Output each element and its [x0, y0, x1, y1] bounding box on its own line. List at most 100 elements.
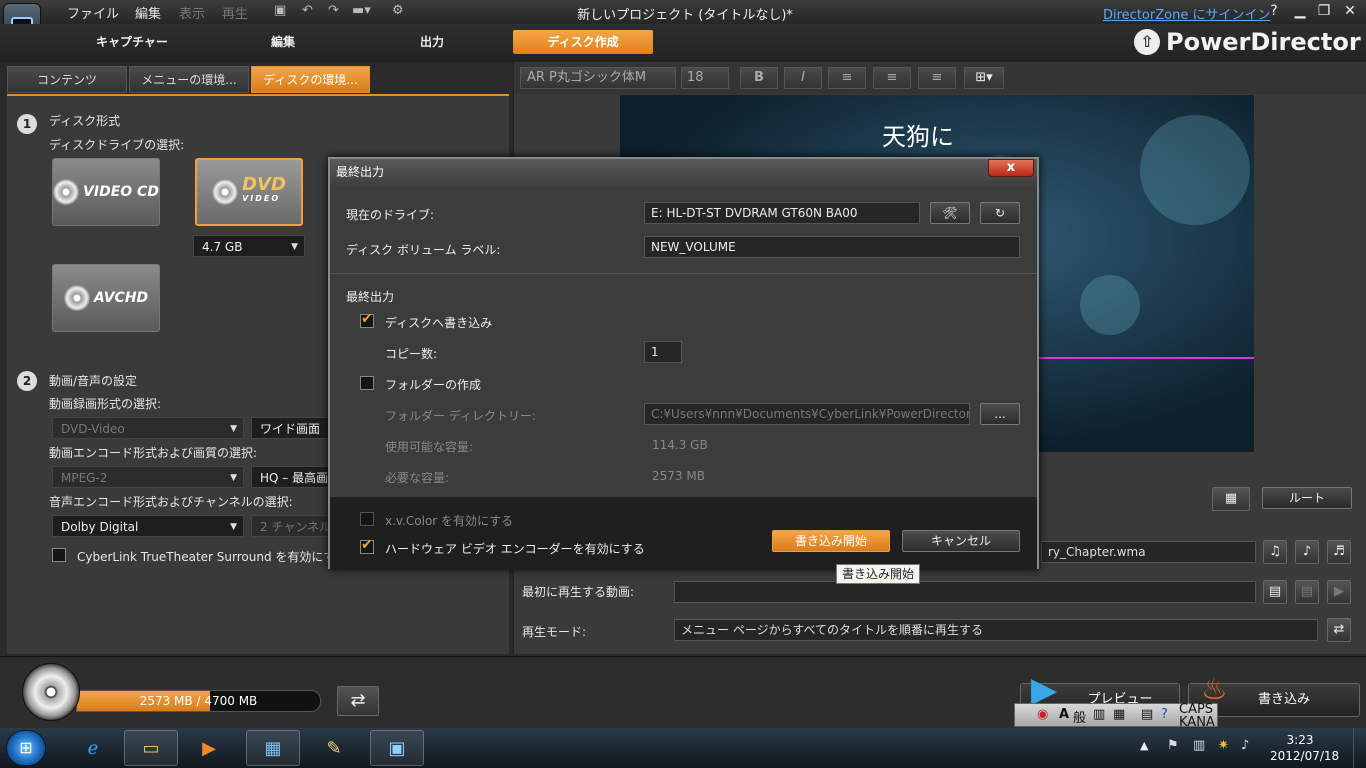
- minimize-button[interactable]: ▁: [1289, 3, 1311, 21]
- directorzone-signin-link[interactable]: DirectorZone にサインイン: [1103, 4, 1270, 23]
- current-drive-field[interactable]: E: HL-DT-ST DVDRAM GT60N BA00: [644, 202, 920, 224]
- dvd-format-button[interactable]: DVD VIDEO: [195, 158, 303, 226]
- save-icon[interactable]: ▣: [274, 3, 286, 18]
- tab-disc-settings[interactable]: ディスクの環境...: [251, 66, 370, 93]
- drive-settings-icon[interactable]: 🛠: [930, 202, 970, 224]
- help-button[interactable]: ?: [1263, 3, 1285, 21]
- playback-mode-settings-icon[interactable]: ⇄: [1327, 618, 1351, 642]
- menu-file[interactable]: ファイル: [67, 3, 119, 22]
- align-left-button[interactable]: ≡: [828, 67, 866, 89]
- ime-help-icon[interactable]: ?: [1161, 707, 1168, 722]
- media-player-icon[interactable]: ▶: [182, 730, 236, 766]
- root-button[interactable]: ルート: [1262, 487, 1352, 509]
- power-icon[interactable]: ✷: [1218, 738, 1229, 753]
- write-to-disc-checkbox[interactable]: [360, 311, 374, 328]
- ime-icon[interactable]: ◉: [1037, 707, 1048, 722]
- show-hidden-icons-icon[interactable]: ▲: [1140, 739, 1148, 752]
- volume-icon[interactable]: ♪: [1241, 738, 1249, 753]
- swap-direction-icon[interactable]: ⇄: [337, 686, 379, 716]
- disc-capacity-dropdown[interactable]: 4.7 GB ▼: [193, 235, 305, 257]
- ime-pad-icon[interactable]: ▥: [1093, 707, 1105, 722]
- network-icon[interactable]: ▥: [1193, 738, 1205, 753]
- brand-text: PowerDirector: [1166, 28, 1361, 56]
- align-right-button[interactable]: ≡: [918, 67, 956, 89]
- ime-dictionary-icon[interactable]: ▤: [1141, 707, 1153, 722]
- mode-produce-tab[interactable]: 出力: [395, 30, 469, 54]
- cancel-button[interactable]: キャンセル: [902, 530, 1020, 552]
- hw-encoder-checkbox[interactable]: [360, 537, 374, 554]
- bold-button[interactable]: B: [740, 67, 778, 89]
- chevron-down-icon: ▼: [291, 242, 298, 252]
- audio-format-dropdown[interactable]: Dolby Digital ▼: [52, 515, 244, 537]
- layout-grid-button[interactable]: ⊞▾: [964, 67, 1004, 89]
- erase-disc-icon[interactable]: ↻: [980, 202, 1020, 224]
- truetheater-checkbox[interactable]: [52, 548, 66, 562]
- font-size-value: 18: [687, 70, 704, 85]
- restore-button[interactable]: ❐: [1313, 3, 1335, 21]
- explorer-folder-icon[interactable]: ▭: [124, 730, 178, 766]
- encode-format-dropdown[interactable]: MPEG-2 ▼: [52, 466, 244, 488]
- record-format-dropdown[interactable]: DVD-Video ▼: [52, 417, 244, 439]
- italic-button[interactable]: I: [784, 67, 822, 89]
- menu-edit[interactable]: 編集: [135, 3, 161, 22]
- action-center-flag-icon[interactable]: ⚑: [1167, 738, 1179, 753]
- ime-tool-icon[interactable]: ▦: [1113, 707, 1125, 722]
- preview-title-text[interactable]: 天狗に: [882, 117, 954, 152]
- tab-menu-settings[interactable]: メニューの環境...: [129, 66, 249, 93]
- used-capacity: 2573 MB: [139, 694, 193, 708]
- play-first-video-icon[interactable]: ▶: [1327, 580, 1351, 604]
- undo-icon[interactable]: ↶: [302, 3, 313, 18]
- font-size-dropdown[interactable]: 18: [681, 67, 729, 89]
- first-play-field[interactable]: [674, 581, 1256, 603]
- audio-channel-dropdown[interactable]: 2 チャンネル: [251, 515, 331, 537]
- volume-label-field[interactable]: NEW_VOLUME: [644, 236, 1020, 258]
- aspect-ratio-dropdown[interactable]: ワイド画面: [251, 417, 331, 439]
- powerdirector-taskbar-icon[interactable]: ▣: [370, 730, 424, 766]
- layout-icon[interactable]: ▬▾: [352, 3, 371, 18]
- mode-disc-creation-tab[interactable]: ディスク作成: [513, 30, 653, 54]
- playback-mode-field[interactable]: メニュー ページからすべてのタイトルを順番に再生する: [674, 619, 1318, 641]
- mode-edit-tab[interactable]: 編集: [246, 30, 320, 54]
- magic-music-icon[interactable]: ♬: [1327, 540, 1351, 564]
- ime-kanji-mode[interactable]: 般: [1073, 707, 1086, 726]
- ime-input-mode[interactable]: A: [1059, 707, 1069, 722]
- videocd-format-button[interactable]: VIDEO CD: [52, 158, 160, 226]
- music-settings-icon[interactable]: ♪: [1295, 540, 1319, 564]
- menu-playback[interactable]: 再生: [222, 3, 248, 22]
- browse-folder-button[interactable]: ...: [980, 403, 1020, 425]
- remove-first-play-icon[interactable]: ▤: [1295, 580, 1319, 604]
- redo-icon[interactable]: ↷: [328, 3, 339, 18]
- aspect-ratio-value: ワイド画面: [260, 422, 321, 436]
- create-folder-checkbox[interactable]: [360, 376, 374, 390]
- add-first-play-icon[interactable]: ▤: [1263, 580, 1287, 604]
- copies-field[interactable]: 1: [644, 341, 682, 363]
- paint-icon[interactable]: ✎: [307, 730, 361, 766]
- dialog-close-button[interactable]: x: [988, 159, 1034, 177]
- tab-content[interactable]: コンテンツ: [7, 66, 127, 93]
- settings-gear-icon[interactable]: ⚙: [392, 3, 404, 18]
- font-family-dropdown[interactable]: AR P丸ゴシック体M: [520, 67, 676, 89]
- encode-format-value: MPEG-2: [61, 471, 108, 485]
- internet-explorer-icon[interactable]: ℯ: [66, 730, 120, 766]
- movie-maker-icon[interactable]: ▦: [246, 730, 300, 766]
- current-drive-label: 現在のドライブ:: [346, 208, 435, 222]
- avchd-label: AVCHD: [93, 290, 149, 306]
- xvcolor-checkbox[interactable]: [360, 512, 374, 526]
- mode-capture-tab[interactable]: キャプチャー: [92, 30, 172, 54]
- add-music-icon[interactable]: ♫: [1263, 540, 1287, 564]
- dvd-label: DVD: [242, 174, 286, 195]
- ime-caps-kana: CAPS KANA: [1179, 703, 1215, 730]
- preview-bokeh: [1080, 275, 1140, 335]
- align-center-button[interactable]: ≡: [873, 67, 911, 89]
- windows-start-button[interactable]: ⊞: [6, 730, 46, 766]
- menu-view[interactable]: 表示: [179, 3, 205, 22]
- taskbar-clock[interactable]: 3:23 2012/07/18: [1270, 732, 1339, 764]
- folder-directory-field[interactable]: C:¥Users¥nnn¥Documents¥CyberLink¥PowerDi…: [644, 403, 970, 425]
- show-desktop-button[interactable]: [1353, 728, 1366, 768]
- subtitle-toggle-icon[interactable]: ▦: [1212, 487, 1250, 511]
- start-burn-button[interactable]: 書き込み開始: [772, 530, 890, 552]
- avchd-format-button[interactable]: AVCHD: [52, 264, 160, 332]
- close-window-button[interactable]: ✕: [1339, 3, 1361, 21]
- bgm-file-field[interactable]: ry_Chapter.wma: [1041, 541, 1256, 563]
- quality-dropdown[interactable]: HQ – 最高画: [251, 466, 331, 488]
